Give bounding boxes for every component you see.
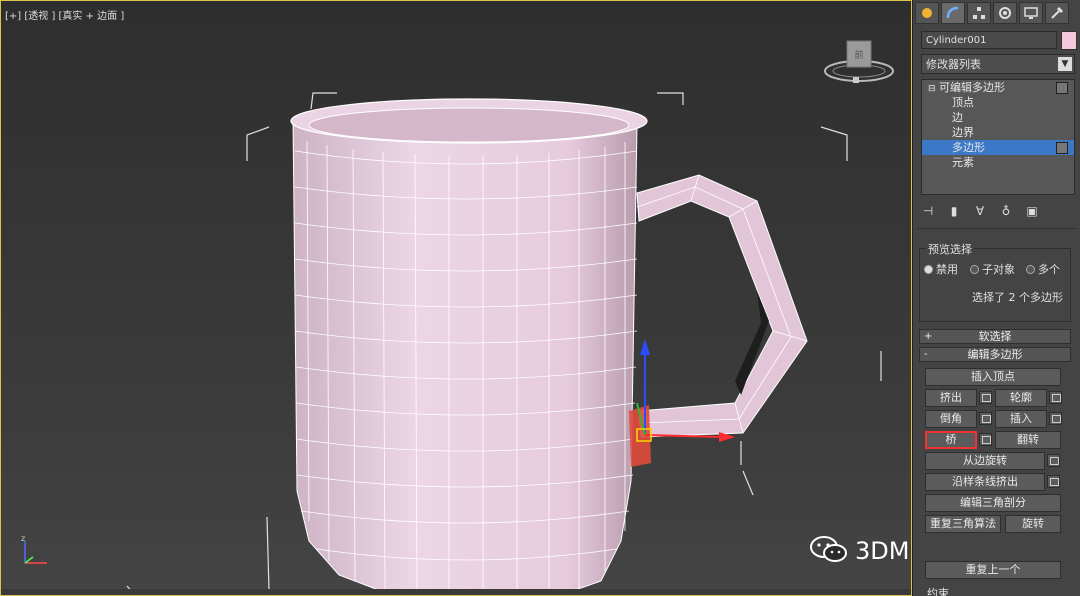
modifier-list-dropdown[interactable]: 修改器列表 ▼ — [921, 54, 1075, 74]
stack-item-label: 多边形 — [952, 141, 985, 154]
create-tab[interactable] — [915, 2, 939, 24]
radio-button[interactable] — [1026, 264, 1035, 274]
constraints-label: 约束 — [927, 585, 949, 596]
stack-item-edge[interactable]: 边 — [922, 110, 1074, 125]
chevron-down-icon[interactable]: ▼ — [1058, 57, 1072, 71]
radio-disabled[interactable]: 禁用 — [924, 261, 958, 277]
collapse-icon: - — [924, 349, 928, 360]
hierarchy-icon — [973, 7, 985, 19]
viewcube[interactable]: 前 — [823, 37, 895, 87]
display-tab[interactable] — [1019, 2, 1043, 24]
selection-status: 选择了 2 个多边形 — [972, 291, 1063, 304]
command-panel-tabs — [915, 2, 1077, 26]
make-unique-icon[interactable]: ∀ — [973, 204, 987, 218]
radio-multiple[interactable]: 多个 — [1026, 261, 1060, 277]
edit-triangulation-button[interactable]: 编辑三角剖分 — [925, 494, 1061, 512]
retriangulate-button[interactable]: 重复三角算法 — [925, 515, 1001, 533]
radio-button[interactable] — [970, 264, 979, 274]
stack-item-label: 边界 — [952, 126, 974, 139]
modify-tab[interactable] — [941, 2, 965, 24]
bridge-button[interactable]: 桥 — [925, 431, 977, 449]
rollout-soft-selection[interactable]: + 软选择 — [919, 329, 1071, 344]
stack-toggle-box[interactable] — [1056, 142, 1068, 154]
radio-label: 多个 — [1038, 263, 1060, 276]
wechat-icon — [810, 535, 847, 562]
motion-tab[interactable] — [993, 2, 1017, 24]
outline-button[interactable]: 轮廓 — [995, 389, 1047, 407]
stack-item-element[interactable]: 元素 — [922, 155, 1074, 170]
preview-selection-title: 预览选择 — [926, 241, 974, 257]
hinge-from-edge-button[interactable]: 从边旋转 — [925, 452, 1045, 470]
command-panel: Cylinder001 修改器列表 ▼ ⊟ 可编辑多边形 顶点 边 边界 多边形… — [912, 0, 1080, 596]
stack-toolbar: ⊣ ▮ ∀ ♁ ▣ — [921, 200, 1075, 222]
create-icon — [922, 8, 932, 18]
configure-modifier-sets-icon[interactable]: ▣ — [1025, 204, 1039, 218]
radio-label: 子对象 — [982, 263, 1015, 276]
stack-item-label: 顶点 — [952, 96, 974, 109]
bridge-settings-button[interactable] — [979, 433, 992, 446]
extrude-along-spline-button[interactable]: 沿样条线挤出 — [925, 473, 1045, 491]
turn-button[interactable]: 旋转 — [1005, 515, 1061, 533]
utilities-icon — [1051, 6, 1064, 19]
axis-tripod: z — [21, 534, 47, 564]
inset-settings-button[interactable] — [1049, 412, 1062, 425]
rollout-title: 编辑多边形 — [967, 348, 1023, 361]
inset-button[interactable]: 插入 — [995, 410, 1047, 428]
hinge-settings-button[interactable] — [1047, 454, 1060, 467]
status-bar — [1, 589, 911, 595]
watermark-text: 3DMax教程资源 — [855, 537, 911, 565]
utilities-tab[interactable] — [1045, 2, 1069, 24]
flip-button[interactable]: 翻转 — [995, 431, 1061, 449]
rollout-edit-polygons[interactable]: - 编辑多边形 — [919, 347, 1071, 362]
viewcube-face-label[interactable]: 前 — [854, 49, 863, 61]
extrude-settings-button[interactable] — [979, 391, 992, 404]
bevel-settings-button[interactable] — [979, 412, 992, 425]
radio-subobject[interactable]: 子对象 — [970, 261, 1015, 277]
watermark: 3DMax教程资源 — [809, 531, 911, 566]
stack-item-label: 边 — [952, 111, 963, 124]
modify-icon — [946, 6, 959, 19]
expand-icon: + — [924, 331, 933, 342]
svg-text:z: z — [21, 534, 25, 543]
stack-item-label: 元素 — [952, 156, 974, 169]
collapse-icon[interactable]: ⊟ — [928, 84, 936, 94]
outline-settings-button[interactable] — [1049, 391, 1062, 404]
stack-root-item[interactable]: ⊟ 可编辑多边形 — [922, 80, 1074, 95]
extrude-button[interactable]: 挤出 — [925, 389, 977, 407]
perspective-viewport[interactable]: [+] [透视 ] [真实 + 边面 ] 前 z 3DM — [0, 0, 912, 596]
divider — [917, 228, 1077, 229]
object-name-field[interactable]: Cylinder001 — [921, 31, 1057, 49]
pin-stack-icon[interactable]: ⊣ — [921, 204, 935, 218]
stack-item-border[interactable]: 边界 — [922, 125, 1074, 140]
display-icon — [1024, 7, 1038, 19]
stack-root-label: 可编辑多边形 — [939, 81, 1006, 94]
show-end-result-icon[interactable]: ▮ — [947, 204, 961, 218]
stack-toggle-box[interactable] — [1056, 82, 1068, 94]
remove-modifier-icon[interactable]: ♁ — [999, 204, 1013, 218]
repeat-last-button[interactable]: 重复上一个 — [925, 561, 1061, 579]
preview-selection-group: 预览选择 禁用 子对象 多个 选择了 2 个多边形 — [919, 241, 1071, 322]
bevel-button[interactable]: 倒角 — [925, 410, 977, 428]
hierarchy-tab[interactable] — [967, 2, 991, 24]
mug-model[interactable] — [1, 1, 911, 595]
radio-label: 禁用 — [936, 263, 958, 276]
motion-icon — [999, 7, 1011, 19]
object-color-swatch[interactable] — [1061, 31, 1077, 50]
stack-item-polygon[interactable]: 多边形 — [922, 140, 1074, 155]
modifier-stack: ⊟ 可编辑多边形 顶点 边 边界 多边形 元素 — [921, 79, 1075, 195]
insert-vertex-button[interactable]: 插入顶点 — [925, 368, 1061, 386]
modifier-list-label: 修改器列表 — [926, 58, 981, 71]
extrude-spline-settings-button[interactable] — [1047, 475, 1060, 488]
stack-item-vertex[interactable]: 顶点 — [922, 95, 1074, 110]
rollout-title: 软选择 — [978, 330, 1012, 343]
radio-button[interactable] — [924, 264, 933, 274]
